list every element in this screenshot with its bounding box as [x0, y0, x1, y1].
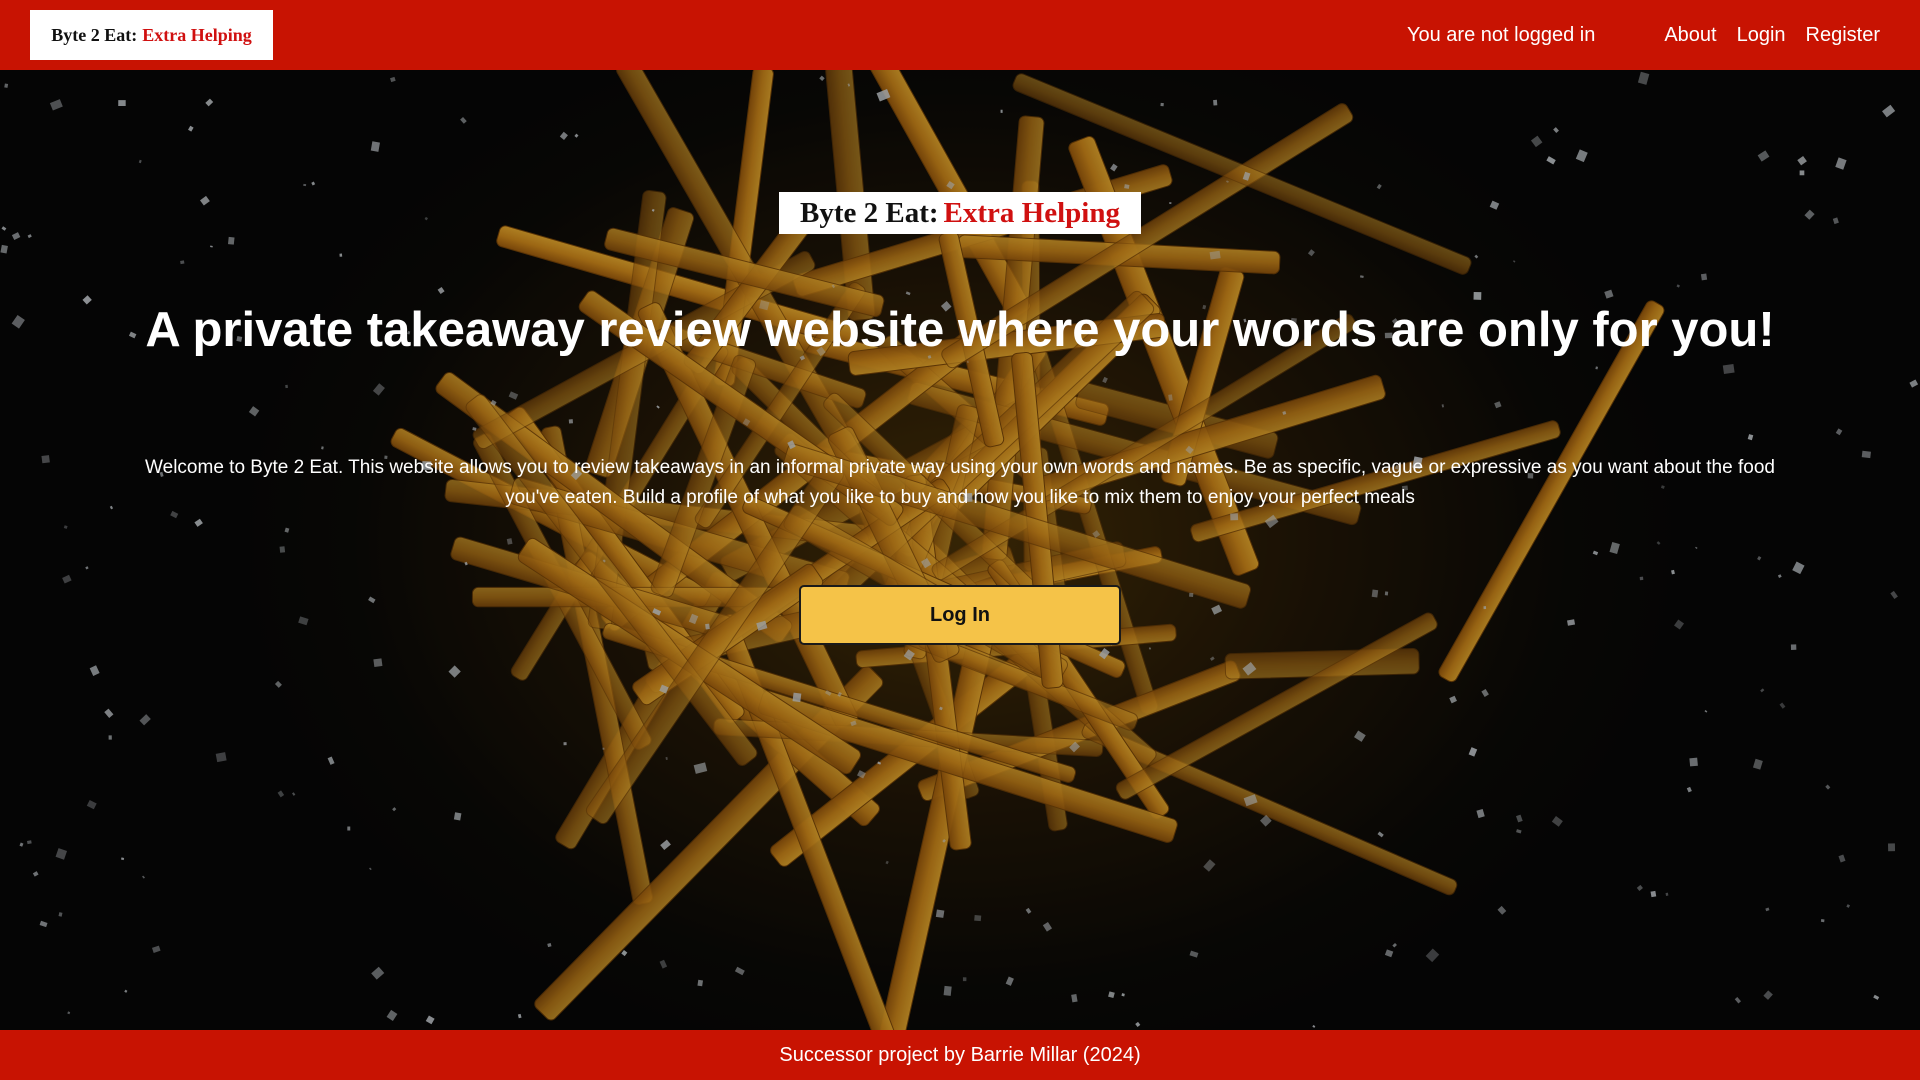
- hero-logo-text-red: Extra Helping: [943, 196, 1120, 229]
- top-navbar: Byte 2 Eat: Extra Helping You are not lo…: [0, 0, 1920, 70]
- nav-logo-text-red: Extra Helping: [142, 24, 252, 45]
- hero-section: Byte 2 Eat: Extra Helping A private take…: [0, 70, 1920, 1030]
- hero-title: A private takeaway review website where …: [145, 303, 1775, 357]
- nav-logo[interactable]: Byte 2 Eat: Extra Helping: [30, 10, 273, 60]
- nav-link-login[interactable]: Login: [1737, 24, 1786, 47]
- hero-logo-text-black: Byte 2 Eat:: [800, 196, 939, 229]
- nav-link-about[interactable]: About: [1664, 24, 1716, 47]
- nav-logo-text-black: Byte 2 Eat:: [51, 24, 138, 45]
- login-status-text: You are not logged in: [1407, 24, 1596, 46]
- footer-credit-text: Successor project by Barrie Millar (2024…: [779, 1043, 1141, 1066]
- nav-links: About Login Register: [1664, 24, 1880, 47]
- hero-logo: Byte 2 Eat: Extra Helping: [779, 192, 1141, 234]
- nav-link-register[interactable]: Register: [1806, 24, 1880, 47]
- log-in-button[interactable]: Log In: [799, 585, 1121, 645]
- hero-description: Welcome to Byte 2 Eat. This website allo…: [145, 457, 1775, 508]
- footer: Successor project by Barrie Millar (2024…: [0, 1030, 1920, 1080]
